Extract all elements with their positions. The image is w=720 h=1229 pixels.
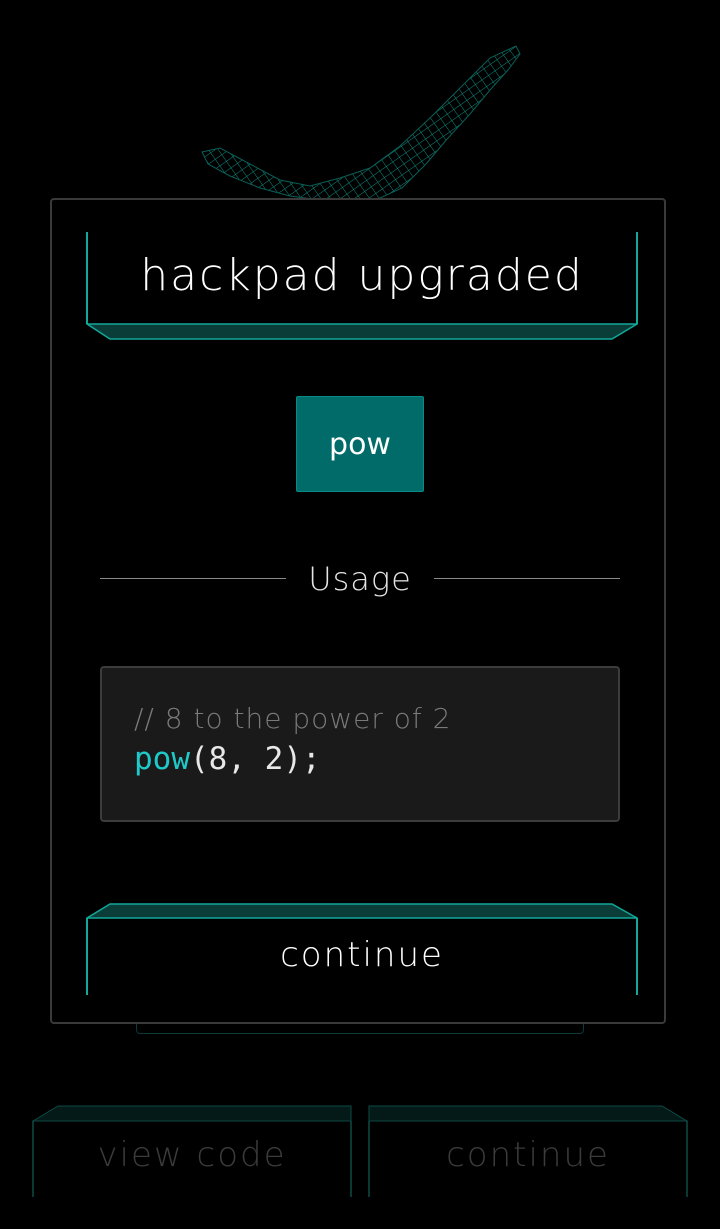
background-continue-button[interactable]: continue [368, 1105, 688, 1197]
view-code-button[interactable]: view code [32, 1105, 352, 1197]
modal-title-frame: hackpad upgraded [86, 232, 638, 340]
voxel-grid-icon [201, 45, 521, 203]
function-badge: pow [296, 396, 424, 492]
upgrade-modal: hackpad upgraded pow Usage // 8 to the p… [50, 198, 666, 1024]
code-line: pow(8, 2); [134, 738, 586, 780]
code-comment: // 8 to the power of 2 [134, 702, 452, 735]
usage-heading: Usage [308, 560, 412, 598]
continue-label: continue [280, 935, 444, 975]
modal-title: hackpad upgraded [140, 250, 584, 301]
usage-divider: Usage [100, 558, 620, 598]
view-code-label: view code [97, 1135, 287, 1175]
code-arguments: (8, 2); [190, 741, 321, 777]
divider-line-right [434, 578, 620, 579]
code-example: // 8 to the power of 2 pow(8, 2); [100, 666, 620, 822]
code-function-name: pow [134, 741, 190, 777]
background-continue-label: continue [446, 1135, 610, 1175]
continue-button[interactable]: continue [86, 903, 638, 995]
